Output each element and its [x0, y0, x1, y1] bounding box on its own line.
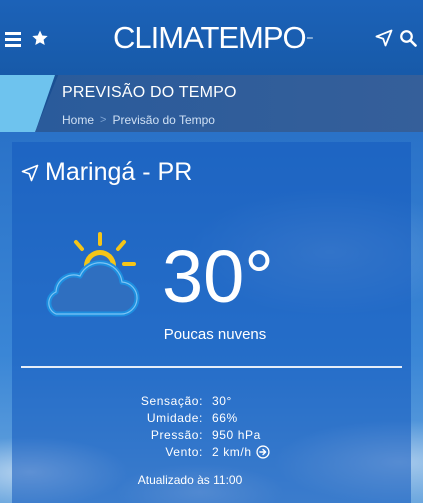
detail-label: Umidade: — [146, 410, 203, 425]
wind-direction-icon — [256, 444, 270, 459]
menu-icon[interactable] — [3, 28, 23, 50]
detail-row-humidity: Umidade: 66% — [100, 409, 320, 426]
weather-condition: Poucas nuvens — [163, 326, 267, 343]
star-icon[interactable] — [29, 27, 51, 49]
detail-value: 30° — [212, 393, 232, 408]
logo[interactable]: CLIMATEMPO — [113, 18, 313, 58]
logo-swoosh-icon — [306, 37, 313, 39]
detail-label: Sensação: — [140, 393, 203, 408]
city-name: Maringá - PR — [45, 158, 193, 186]
breadcrumb-separator-icon: > — [100, 114, 107, 126]
city-heading: Maringá - PR — [21, 158, 192, 187]
detail-row-feels-like: Sensação: 30° — [100, 392, 320, 409]
weather-details: Sensação: 30° Umidade: 66% Pressão: 950 … — [100, 392, 320, 460]
detail-label: Pressão: — [150, 427, 203, 442]
page-title: PREVISÃO DO TEMPO — [62, 84, 237, 101]
breadcrumb: Home > Previsão do Tempo — [62, 113, 215, 127]
updated-time: Atualizado às 11:00 — [137, 473, 243, 487]
breadcrumb-current: Previsão do Tempo — [112, 113, 215, 127]
current-temperature: 30° — [162, 235, 274, 318]
location-arrow-icon — [21, 164, 39, 181]
logo-text: CLIMATEMPO — [113, 20, 307, 55]
detail-value: 66% — [212, 410, 238, 425]
divider — [21, 366, 402, 368]
location-arrow-icon[interactable] — [373, 27, 395, 49]
detail-value: 2 km/h — [212, 444, 252, 459]
partly-cloudy-icon — [46, 232, 140, 317]
detail-value: 950 hPa — [212, 427, 261, 442]
detail-label: Vento: — [165, 444, 203, 459]
detail-row-pressure: Pressão: 950 hPa — [100, 426, 320, 443]
top-header: CLIMATEMPO — [0, 0, 423, 75]
search-icon[interactable] — [397, 27, 419, 49]
detail-row-wind: Vento: 2 km/h — [100, 443, 320, 460]
breadcrumb-home[interactable]: Home — [62, 113, 94, 127]
